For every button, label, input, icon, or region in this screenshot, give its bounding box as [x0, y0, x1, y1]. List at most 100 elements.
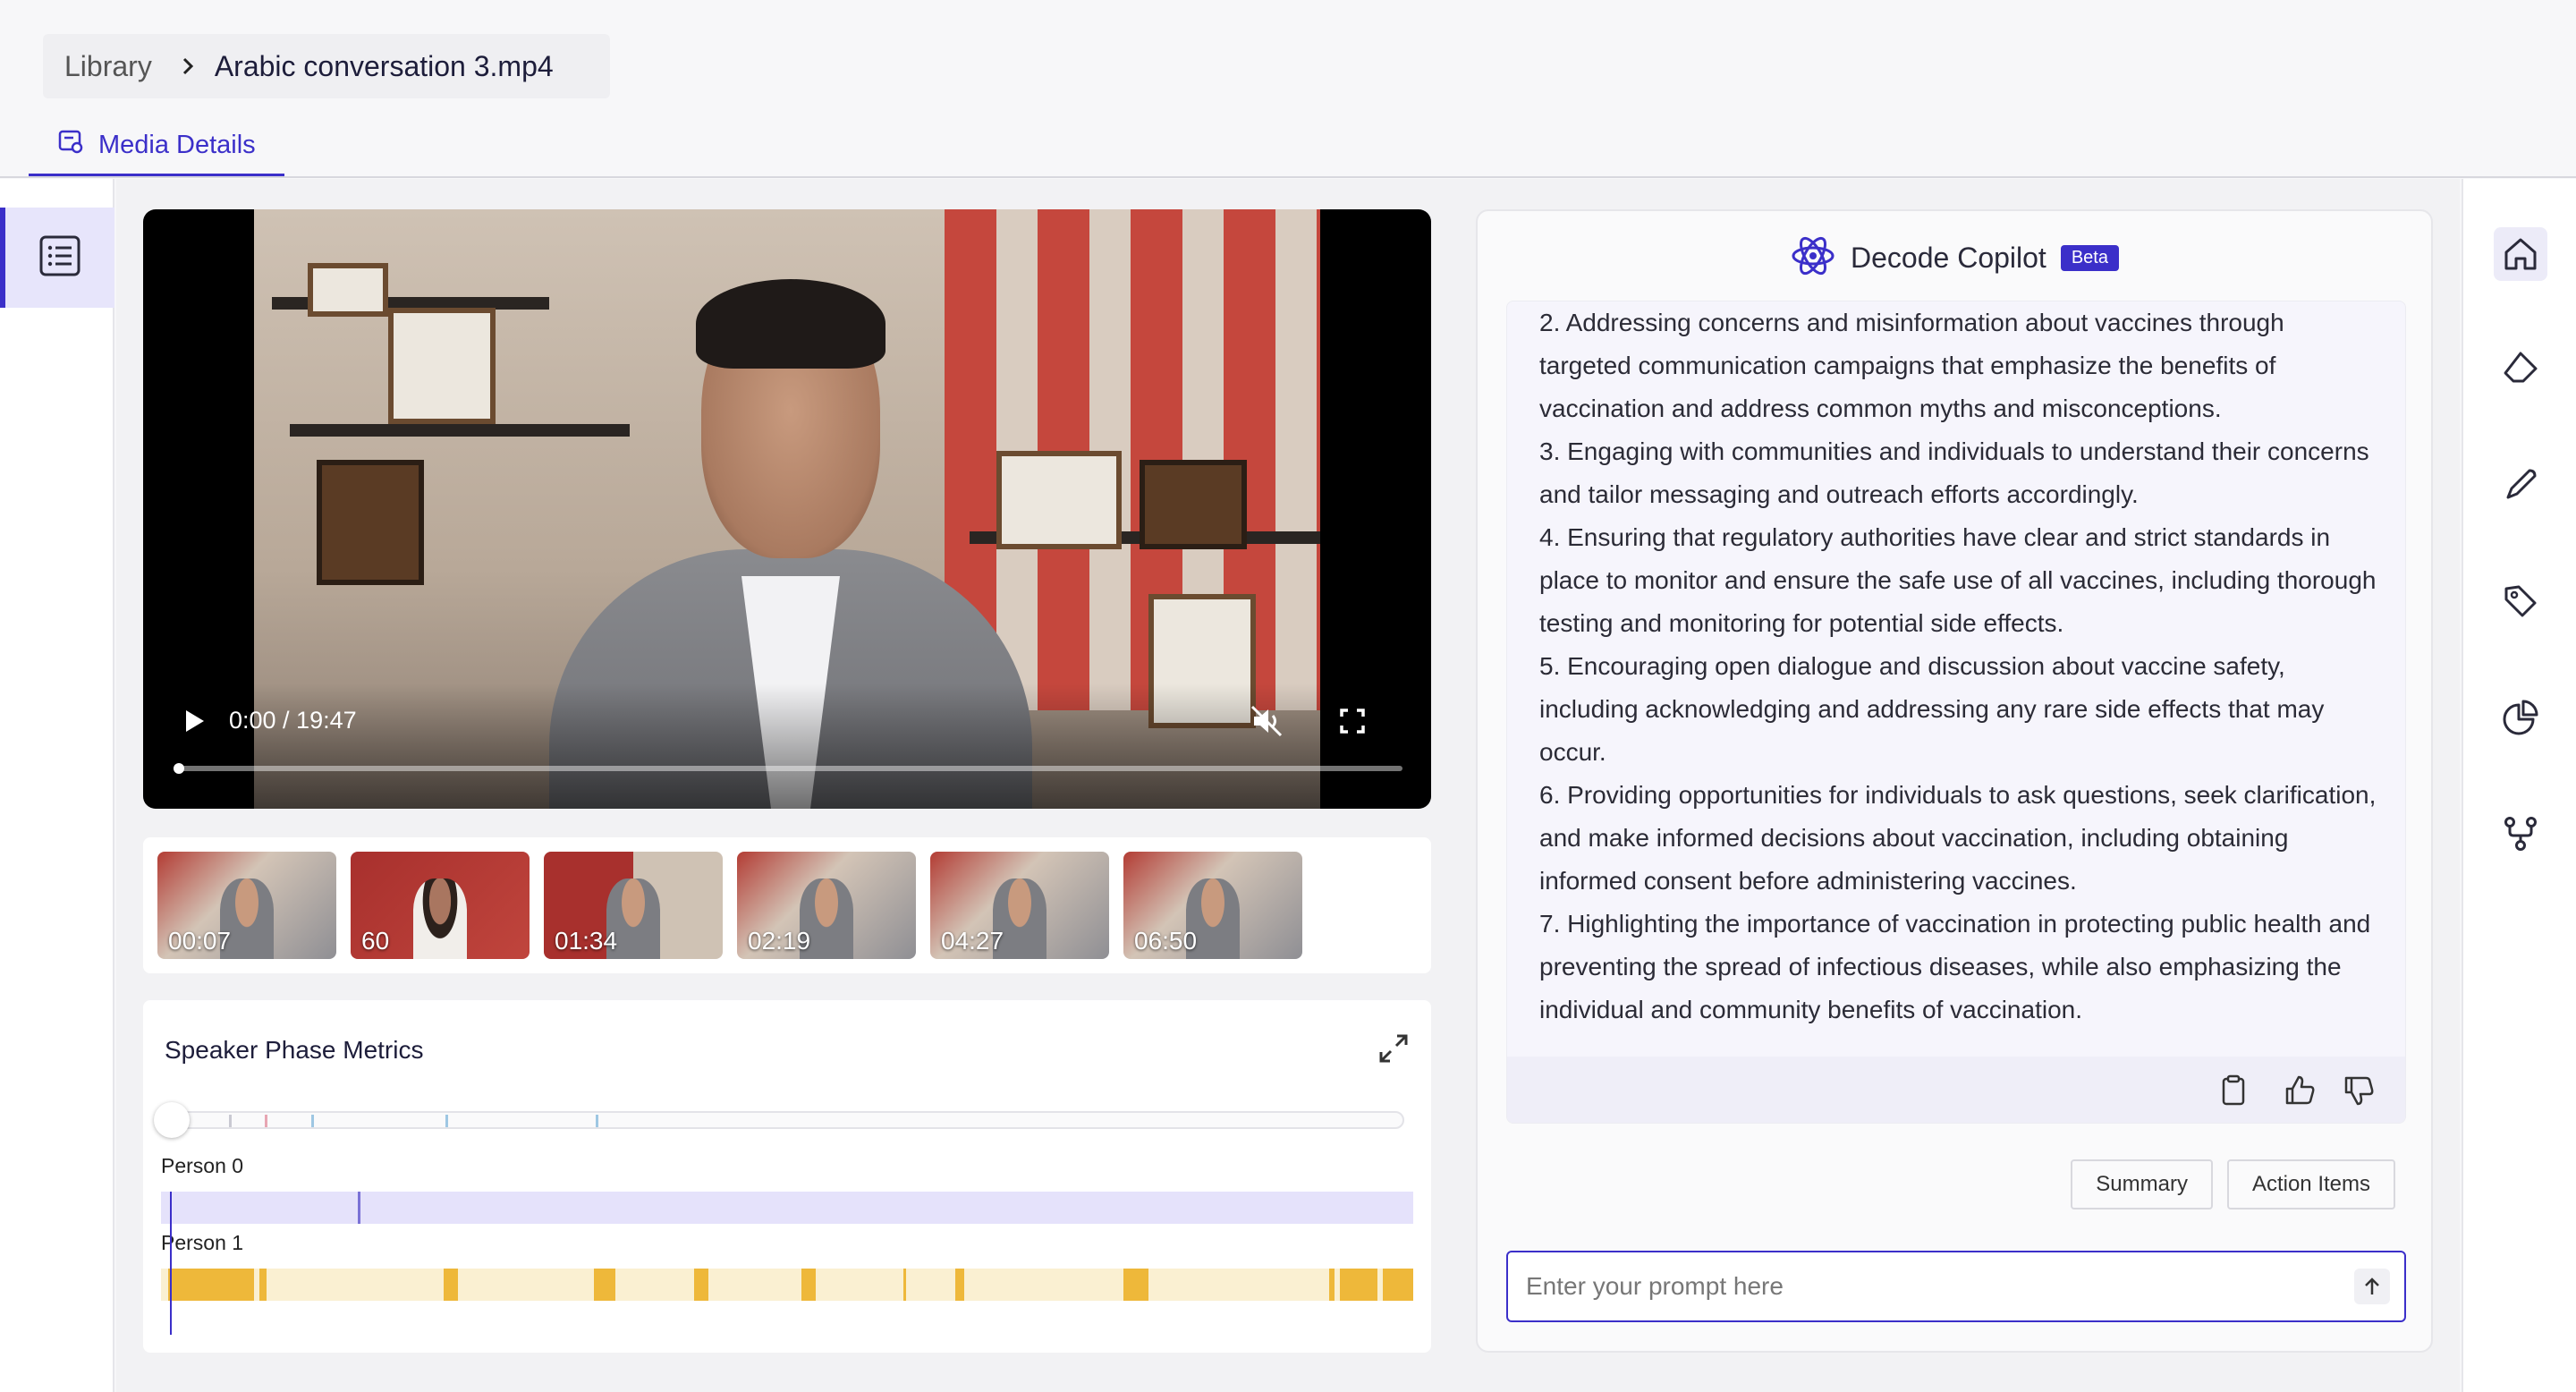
person-1-label: Person 1: [161, 1231, 244, 1254]
copilot-panel: Decode Copilot Beta 2. Addressing concer…: [1476, 209, 2433, 1353]
thumbs-up-icon: [2285, 1075, 2315, 1105]
right-rail: [2462, 179, 2576, 1392]
speech-segment: [1123, 1269, 1148, 1301]
tab-media-details[interactable]: Media Details: [29, 116, 284, 177]
video-player[interactable]: 0:00 / 19:47: [143, 209, 1431, 809]
mute-button[interactable]: [1249, 703, 1284, 739]
thumbs-down-icon: [2344, 1076, 2374, 1106]
pen-icon: [2506, 469, 2537, 499]
workflow-button[interactable]: [2494, 807, 2547, 861]
video-shelf: [290, 424, 630, 437]
thumbnail[interactable]: 01:34: [544, 852, 723, 959]
speech-segment: [1340, 1269, 1377, 1301]
timeline-scrubber-track[interactable]: [170, 1111, 1404, 1129]
answer-item: 4. Ensuring that regulatory authorities …: [1539, 523, 2377, 637]
thumbnail-time: 60: [361, 927, 390, 955]
answer-item: 5. Encouraging open dialogue and discuss…: [1539, 652, 2325, 766]
person-0-lane[interactable]: [161, 1192, 1413, 1224]
more-vertical-icon: [1420, 703, 1431, 739]
speech-segment: [955, 1269, 964, 1301]
metrics-title: Speaker Phase Metrics: [165, 1036, 424, 1064]
speaker-phase-metrics-panel: Speaker Phase Metrics Person 0 Person 1: [143, 1000, 1431, 1353]
breadcrumb-library-link[interactable]: Library: [64, 50, 152, 83]
list-icon: [38, 234, 81, 282]
video-progress-bar[interactable]: [174, 763, 1402, 774]
left-rail: [0, 179, 114, 1392]
home-icon: [2504, 238, 2537, 270]
home-button[interactable]: [2494, 227, 2547, 281]
copilot-title: Decode Copilot: [1851, 241, 2046, 274]
fullscreen-button[interactable]: [1335, 703, 1370, 739]
fullscreen-icon: [1340, 709, 1365, 734]
thumbnail[interactable]: 04:27: [930, 852, 1109, 959]
summary-chip[interactable]: Summary: [2071, 1159, 2213, 1210]
speech-segment: [259, 1269, 267, 1301]
video-person-hair: [696, 279, 886, 369]
thumbnail-person: [413, 878, 467, 959]
tab-bar: Media Details: [29, 116, 284, 177]
pie-chart-icon: [2503, 700, 2538, 735]
video-time-display: 0:00 / 19:47: [229, 707, 357, 734]
thumbnail[interactable]: 60: [351, 852, 530, 959]
copy-button[interactable]: [2216, 1073, 2251, 1108]
thumbnail[interactable]: 00:07: [157, 852, 336, 959]
timeline-tick: [445, 1115, 448, 1127]
thumbnail-time: 00:07: [168, 927, 232, 955]
expand-button[interactable]: [1377, 1032, 1410, 1065]
timeline-scrubber-knob[interactable]: [154, 1102, 190, 1138]
analytics-button[interactable]: [2494, 691, 2547, 744]
speech-segment: [444, 1269, 458, 1301]
answer-item: 2. Addressing concerns and misinformatio…: [1539, 309, 2284, 422]
timeline-tick: [596, 1115, 598, 1127]
thumbnail-time: 04:27: [941, 927, 1004, 955]
pen-button[interactable]: [2494, 458, 2547, 512]
answer-item: 6. Providing opportunities for individua…: [1539, 781, 2377, 895]
expand-icon: [1379, 1034, 1408, 1063]
speech-segment: [694, 1269, 708, 1301]
timeline-playhead: [170, 1192, 172, 1335]
copilot-header: Decode Copilot Beta: [1478, 229, 2431, 286]
person-0-marker: [358, 1192, 360, 1224]
copilot-answer-text: 2. Addressing concerns and misinformatio…: [1539, 301, 2380, 1031]
send-button[interactable]: [2354, 1269, 2390, 1304]
eraser-button[interactable]: [2494, 342, 2547, 395]
answer-item: 3. Engaging with communities and individ…: [1539, 437, 2369, 508]
person-1-lane[interactable]: [161, 1269, 1413, 1301]
speech-segment: [1329, 1269, 1335, 1301]
answer-actions-bar: [1507, 1057, 2405, 1123]
video-plaque: [317, 460, 424, 585]
copilot-answer-card: 2. Addressing concerns and misinformatio…: [1506, 301, 2406, 1124]
prompt-input[interactable]: [1526, 1252, 2331, 1320]
clipboard-icon: [2222, 1074, 2245, 1106]
speech-segment: [903, 1269, 906, 1301]
thumbnail[interactable]: 02:19: [737, 852, 916, 959]
person-0-label: Person 0: [161, 1154, 244, 1177]
thumbnail-strip: 00:07 60 01:34 02:19 04:27 06:50: [143, 837, 1431, 973]
atom-icon: [1790, 233, 1836, 284]
volume-muted-icon: [1250, 705, 1283, 737]
video-progress-knob[interactable]: [174, 763, 184, 774]
thumbnail[interactable]: 06:50: [1123, 852, 1302, 959]
video-plaque: [996, 451, 1122, 549]
video-plaque: [1140, 460, 1247, 549]
thumbs-down-button[interactable]: [2341, 1073, 2377, 1108]
tag-icon: [2504, 585, 2537, 617]
video-plaque: [308, 263, 388, 317]
suggestion-chips: Summary Action Items: [2071, 1159, 2395, 1210]
answer-item: 7. Highlighting the importance of vaccin…: [1539, 910, 2371, 1023]
speech-segment: [168, 1269, 254, 1301]
tab-divider: [0, 176, 2576, 178]
speech-segment: [1383, 1269, 1413, 1301]
play-button[interactable]: [175, 703, 211, 739]
prompt-box: [1506, 1251, 2406, 1322]
video-controls-overlay: [143, 683, 1431, 809]
video-more-button[interactable]: [1420, 703, 1431, 739]
breadcrumb: Library Arabic conversation 3.mp4: [43, 34, 610, 98]
transcript-list-button[interactable]: [0, 208, 114, 308]
timeline-tick: [265, 1115, 267, 1127]
video-plaque: [388, 308, 496, 424]
thumbnail-time: 01:34: [555, 927, 618, 955]
thumbs-up-button[interactable]: [2282, 1073, 2318, 1108]
action-items-chip[interactable]: Action Items: [2226, 1159, 2395, 1210]
tag-button[interactable]: [2494, 574, 2547, 628]
